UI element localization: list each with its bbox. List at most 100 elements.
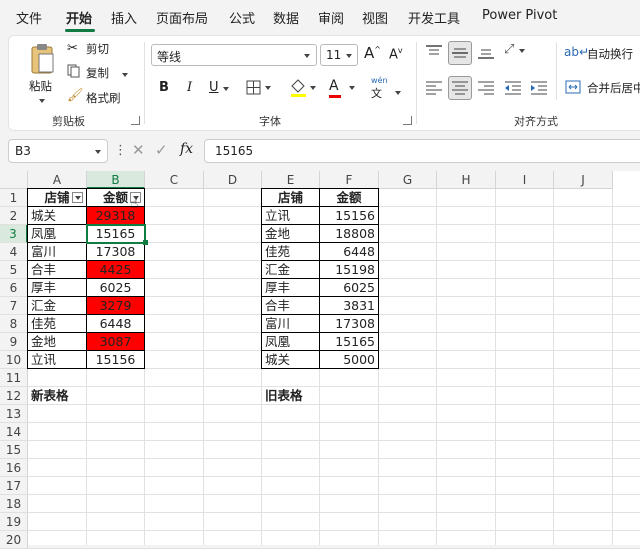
- wrap-text-button[interactable]: 自动换行: [587, 46, 633, 62]
- new_table-amount-cell[interactable]: 3279: [87, 297, 145, 315]
- new_table-shop-cell[interactable]: 凤凰: [28, 225, 87, 243]
- row-header-3[interactable]: 3: [0, 225, 28, 243]
- align-middle-icon[interactable]: [448, 41, 472, 65]
- row-header-17[interactable]: 17: [0, 477, 28, 495]
- menu-tab-8[interactable]: 开发工具: [408, 8, 460, 27]
- select-all-corner[interactable]: [0, 171, 28, 189]
- old_table-amount-cell[interactable]: 17308: [320, 315, 379, 333]
- menu-tab-7[interactable]: 视图: [362, 8, 388, 27]
- old_table-shop-cell[interactable]: 立讯: [262, 207, 320, 225]
- align-center-icon[interactable]: [448, 76, 472, 100]
- old_table-amount-cell[interactable]: 18808: [320, 225, 379, 243]
- new_table-amount-cell[interactable]: 15156: [87, 351, 145, 369]
- column-header-F[interactable]: F: [320, 171, 379, 189]
- bold-button[interactable]: B: [159, 80, 169, 95]
- font-size-select[interactable]: 11: [320, 44, 358, 66]
- row-header-16[interactable]: 16: [0, 459, 28, 477]
- new_table-shop-cell[interactable]: 金地: [28, 333, 87, 351]
- menu-tab-5[interactable]: 数据: [273, 8, 299, 27]
- row-header-1[interactable]: 1: [0, 189, 28, 207]
- old_table-amount-cell[interactable]: 3831: [320, 297, 379, 315]
- underline-button[interactable]: U: [209, 80, 229, 95]
- merge-center-button[interactable]: 合并后居中: [587, 80, 640, 96]
- more-icon[interactable]: ⋮: [114, 143, 127, 158]
- column-header-B[interactable]: B: [87, 171, 145, 189]
- row-header-15[interactable]: 15: [0, 441, 28, 459]
- paste-dropdown-icon[interactable]: [39, 92, 45, 106]
- menu-tab-2[interactable]: 插入: [111, 8, 137, 27]
- new_table-shop-cell[interactable]: 富川: [28, 243, 87, 261]
- grow-font-button[interactable]: A^: [364, 44, 381, 62]
- new_table-shop-cell[interactable]: 佳苑: [28, 315, 87, 333]
- align-top-icon[interactable]: [425, 44, 443, 63]
- fill-handle[interactable]: [143, 240, 148, 245]
- row-header-7[interactable]: 7: [0, 297, 28, 315]
- fill-color-icon[interactable]: [289, 78, 319, 101]
- copy-dropdown-icon[interactable]: [122, 66, 128, 80]
- new_table-shop-cell[interactable]: 汇金: [28, 297, 87, 315]
- new_table-shop-cell[interactable]: 城关: [28, 207, 87, 225]
- old_table-shop-cell[interactable]: 厚丰: [262, 279, 320, 297]
- borders-icon[interactable]: [246, 80, 274, 99]
- new_table-shop-cell[interactable]: 厚丰: [28, 279, 87, 297]
- old_table-amount-cell[interactable]: 15165: [320, 333, 379, 351]
- clipboard-launcher-icon[interactable]: [131, 116, 140, 125]
- cut-button[interactable]: 剪切: [86, 41, 109, 57]
- font-name-select[interactable]: 等线: [151, 44, 317, 66]
- name-box[interactable]: B3: [8, 139, 108, 163]
- old_table-shop-cell[interactable]: 金地: [262, 225, 320, 243]
- old_table-shop-cell[interactable]: 汇金: [262, 261, 320, 279]
- menu-tab-6[interactable]: 审阅: [318, 8, 344, 27]
- column-header-I[interactable]: I: [496, 171, 554, 189]
- format-painter-button[interactable]: 格式刷: [86, 90, 121, 106]
- row-header-6[interactable]: 6: [0, 279, 28, 297]
- column-header-C[interactable]: C: [145, 171, 204, 189]
- row-header-11[interactable]: 11: [0, 369, 28, 387]
- italic-button[interactable]: I: [187, 80, 192, 95]
- row-header-19[interactable]: 19: [0, 513, 28, 531]
- increase-indent-icon[interactable]: [530, 80, 548, 99]
- menu-tab-9[interactable]: Power Pivot: [482, 8, 557, 23]
- align-left-icon[interactable]: [425, 80, 443, 99]
- column-header-G[interactable]: G: [379, 171, 437, 189]
- new_table-amount-cell[interactable]: 6448: [87, 315, 145, 333]
- old_table-shop-cell[interactable]: 凤凰: [262, 333, 320, 351]
- row-header-5[interactable]: 5: [0, 261, 28, 279]
- old_table-header-amount[interactable]: 金额: [320, 189, 379, 207]
- row-header-14[interactable]: 14: [0, 423, 28, 441]
- new_table-amount-cell[interactable]: 6025: [87, 279, 145, 297]
- phonetic-dropdown-icon[interactable]: [395, 84, 401, 98]
- copy-button[interactable]: 复制: [86, 65, 109, 81]
- phonetic-button[interactable]: wén 文: [371, 76, 388, 101]
- new_table-shop-cell[interactable]: 立讯: [28, 351, 87, 369]
- shrink-font-button[interactable]: Av: [389, 46, 403, 62]
- column-header-H[interactable]: H: [437, 171, 496, 189]
- new_table-amount-cell[interactable]: 4425: [87, 261, 145, 279]
- cancel-icon[interactable]: ✕: [132, 141, 145, 159]
- align-bottom-icon[interactable]: [477, 44, 495, 63]
- row-header-4[interactable]: 4: [0, 243, 28, 261]
- old_table-shop-cell[interactable]: 佳苑: [262, 243, 320, 261]
- column-header-J[interactable]: J: [554, 171, 613, 189]
- active-cell-b3[interactable]: [86, 224, 146, 244]
- font-color-button[interactable]: A: [329, 78, 356, 98]
- old_table-header-shop[interactable]: 店铺: [262, 189, 320, 207]
- old_table-amount-cell[interactable]: 6025: [320, 279, 379, 297]
- old_table-amount-cell[interactable]: 15198: [320, 261, 379, 279]
- menu-tab-3[interactable]: 页面布局: [156, 8, 208, 27]
- row-header-10[interactable]: 10: [0, 351, 28, 369]
- align-right-icon[interactable]: [477, 80, 495, 99]
- row-header-18[interactable]: 18: [0, 495, 28, 513]
- new_table-amount-cell[interactable]: 3087: [87, 333, 145, 351]
- column-header-D[interactable]: D: [204, 171, 262, 189]
- filter-shop-icon[interactable]: [72, 192, 83, 203]
- font-launcher-icon[interactable]: [403, 116, 412, 125]
- menu-tab-4[interactable]: 公式: [229, 8, 255, 27]
- old_table-amount-cell[interactable]: 15156: [320, 207, 379, 225]
- enter-icon[interactable]: ✓: [155, 141, 168, 159]
- column-header-A[interactable]: A: [28, 171, 87, 189]
- new_table-shop-cell[interactable]: 合丰: [28, 261, 87, 279]
- old_table-shop-cell[interactable]: 富川: [262, 315, 320, 333]
- row-header-12[interactable]: 12: [0, 387, 28, 405]
- old_table-amount-cell[interactable]: 5000: [320, 351, 379, 369]
